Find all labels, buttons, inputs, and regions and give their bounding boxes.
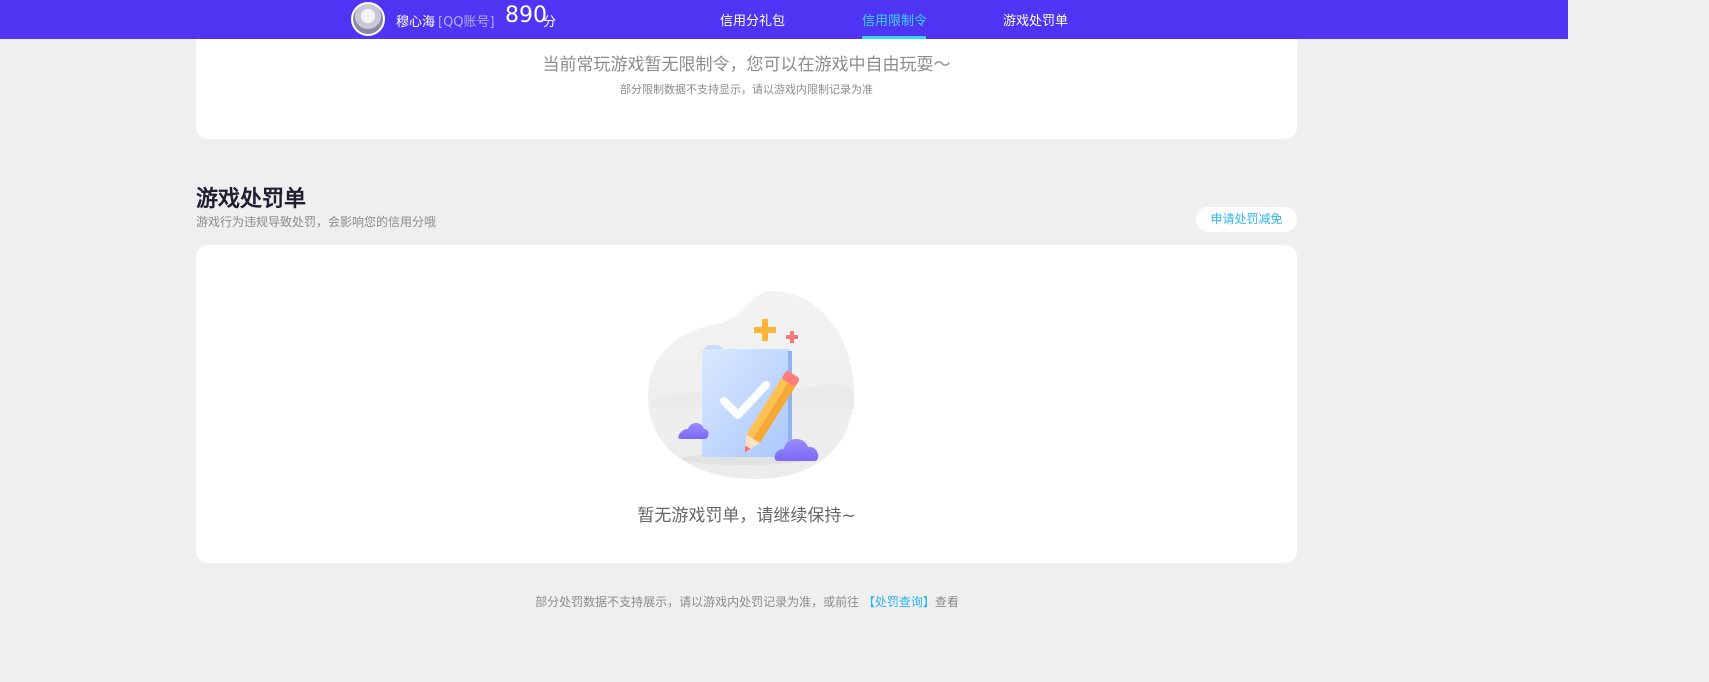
tab-credit-gift[interactable]: 信用分礼包 (720, 10, 785, 29)
tab-credit-restriction[interactable]: 信用限制令 (862, 10, 927, 29)
checklist-pencil-illustration-icon (647, 291, 854, 479)
footer-text: 部分处罚数据不支持展示，请以游戏内处罚记录为准，或前往 (535, 595, 860, 609)
footer-text-after: 查看 (934, 595, 959, 609)
score-unit: 分 (543, 15, 557, 30)
empty-state-message: 暂无游戏罚单，请继续保持~ (637, 506, 856, 526)
tab-game-penalty[interactable]: 游戏处罚单 (1003, 10, 1068, 29)
penalty-query-link[interactable]: 【处罚查询】 (863, 595, 935, 609)
penalty-card: 暂无游戏罚单，请继续保持~ (196, 245, 1297, 563)
credit-score: 890 (505, 3, 547, 28)
section-title: 游戏处罚单 (196, 187, 307, 212)
restriction-message: 当前常玩游戏暂无限制令，您可以在游戏中自由玩耍～ (542, 55, 951, 75)
restriction-note: 部分限制数据不支持显示，请以游戏内限制记录为准 (620, 83, 873, 96)
username: 穆心海 (396, 15, 436, 30)
footer-note: 部分处罚数据不支持展示，请以游戏内处罚记录为准，或前往 【处罚查询】查看 (0, 593, 1494, 610)
top-bar: 穆心海 [QQ账号] 890 分 信用分礼包 信用限制令 游戏处罚单 (0, 0, 1568, 39)
account-type: [QQ账号] (438, 15, 495, 30)
avatar[interactable] (351, 2, 385, 36)
apply-penalty-reduction-button[interactable]: 申请处罚减免 (1196, 207, 1297, 232)
restriction-card: 当前常玩游戏暂无限制令，您可以在游戏中自由玩耍～ 部分限制数据不支持显示，请以游… (196, 39, 1297, 139)
section-subtitle: 游戏行为违规导致处罚，会影响您的信用分哦 (196, 215, 437, 229)
